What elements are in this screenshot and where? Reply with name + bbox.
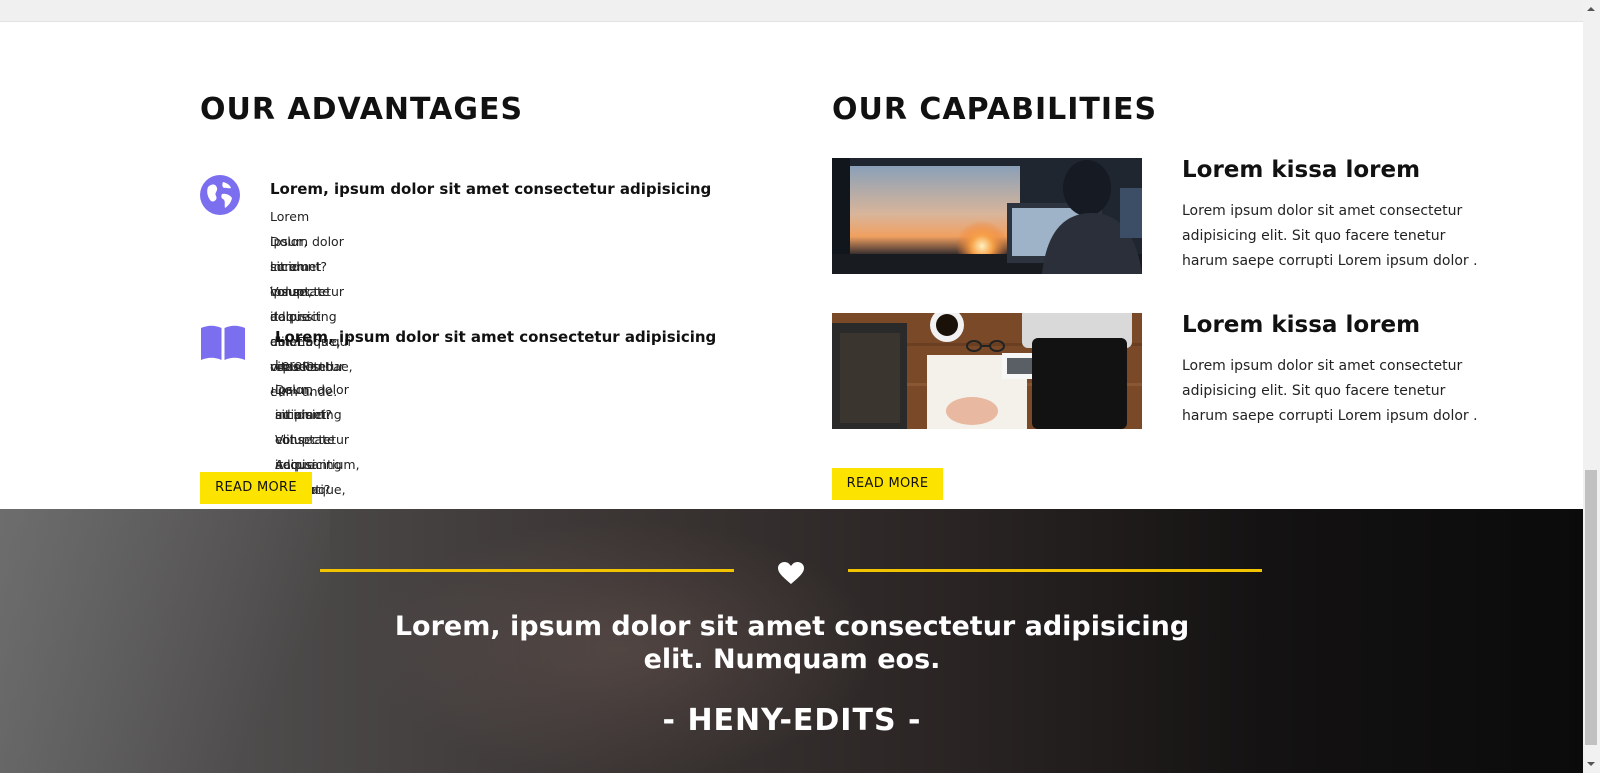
desk-with-coffee-and-notebook-photo (832, 313, 1142, 429)
heart-icon (778, 562, 804, 589)
capability-title: Lorem kissa lorem (1182, 312, 1421, 338)
globe-icon (200, 175, 240, 219)
capability-text-line: Lorem ipsum dolor sit amet consectetur (1182, 358, 1463, 374)
capability-text-line: adipisicing elit. Sit quo facere tenetur (1182, 228, 1446, 244)
quote-line: Lorem, ipsum dolor sit amet consectetur … (394, 611, 1190, 642)
background-texture (0, 509, 330, 773)
divider-line-right (848, 569, 1262, 572)
person-at-laptop-sunset-photo (832, 158, 1142, 274)
capability-text-line: harum saepe corrupti Lorem ipsum dolor . (1182, 253, 1478, 269)
advantage-heading: Lorem, ipsum dolor sit amet consectetur … (275, 328, 717, 346)
scroll-up-arrow-icon[interactable] (1587, 7, 1595, 11)
capability-title: Lorem kissa lorem (1182, 157, 1421, 183)
capabilities-read-more-button[interactable]: READ MORE (832, 468, 943, 500)
advantage-heading: Lorem, ipsum dolor sit amet consectetur … (270, 180, 712, 198)
testimonial-quote: Lorem, ipsum dolor sit amet consectetur … (392, 610, 1192, 676)
capability-text-line: Lorem ipsum dolor sit amet consectetur (1182, 203, 1463, 219)
scrollbar-thumb[interactable] (1585, 470, 1597, 745)
capability-text-line: harum saepe corrupti Lorem ipsum dolor . (1182, 408, 1478, 424)
capability-text-line: adipisicing elit. Sit quo facere tenetur (1182, 383, 1446, 399)
divider-line-left (320, 569, 734, 572)
scroll-down-arrow-icon[interactable] (1587, 762, 1595, 766)
testimonial-author: - HENY-EDITS - (662, 703, 922, 738)
advantages-title: OUR ADVANTAGES (200, 92, 524, 127)
book-icon (200, 325, 246, 365)
top-browser-strip (0, 0, 1585, 22)
testimonial-section: Lorem, ipsum dolor sit amet consectetur … (0, 509, 1585, 773)
quote-line: elit. Numquam eos. (643, 644, 941, 675)
capabilities-title: OUR CAPABILITIES (832, 92, 1158, 127)
page-scrollbar[interactable] (1583, 0, 1600, 773)
advantages-read-more-button[interactable]: READ MORE (200, 472, 312, 504)
